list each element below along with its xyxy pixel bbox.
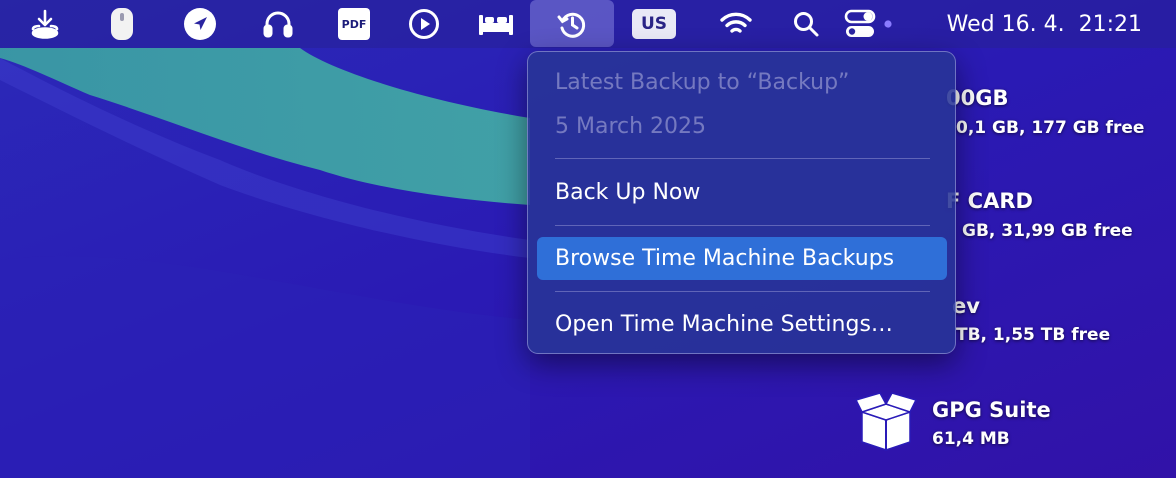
time-machine-icon[interactable] [530, 0, 614, 47]
app-name[interactable]: GPG Suite [932, 398, 1051, 422]
drive-2-name[interactable]: F CARD [946, 189, 1033, 213]
drive-2-info: GB, 31,99 GB free [962, 221, 1133, 241]
download-icon[interactable] [22, 0, 68, 48]
package-icon[interactable] [854, 390, 918, 452]
pdf-label: PDF [338, 8, 370, 40]
control-center-icon[interactable] [842, 0, 894, 48]
menu-item-back-up-now[interactable]: Back Up Now [555, 180, 700, 205]
input-source-icon[interactable]: US [630, 0, 678, 48]
spotlight-search-icon[interactable] [786, 0, 826, 48]
menu-separator [555, 225, 930, 226]
menu-header-latest-backup: Latest Backup to “Backup” [555, 70, 850, 95]
play-icon[interactable] [403, 0, 445, 48]
menu-separator [555, 291, 930, 292]
menu-separator [555, 158, 930, 159]
pdf-icon[interactable]: PDF [333, 0, 375, 48]
wifi-icon[interactable] [714, 0, 758, 48]
drive-3-name[interactable]: ev [952, 294, 980, 318]
time-machine-menu: Latest Backup to “Backup” 5 March 2025 B… [527, 51, 956, 354]
mouse-icon[interactable] [101, 0, 143, 48]
menu-bar: PDF US Wed 16. 4. 21:21 [0, 0, 1176, 48]
menubar-clock[interactable]: Wed 16. 4. 21:21 [947, 0, 1142, 48]
bed-icon[interactable] [473, 0, 519, 48]
menu-header-backup-date: 5 March 2025 [555, 114, 707, 139]
menu-item-browse-backups-label: Browse Time Machine Backups [555, 246, 895, 271]
drive-3-info: TB, 1,55 TB free [956, 325, 1111, 345]
menu-item-open-settings[interactable]: Open Time Machine Settings… [555, 312, 893, 337]
headphones-icon[interactable] [257, 0, 299, 48]
input-source-label: US [632, 9, 676, 39]
app-info: 61,4 MB [932, 429, 1010, 449]
location-arrow-icon[interactable] [179, 0, 221, 48]
drive-1-info: 0,1 GB, 177 GB free [956, 118, 1145, 138]
